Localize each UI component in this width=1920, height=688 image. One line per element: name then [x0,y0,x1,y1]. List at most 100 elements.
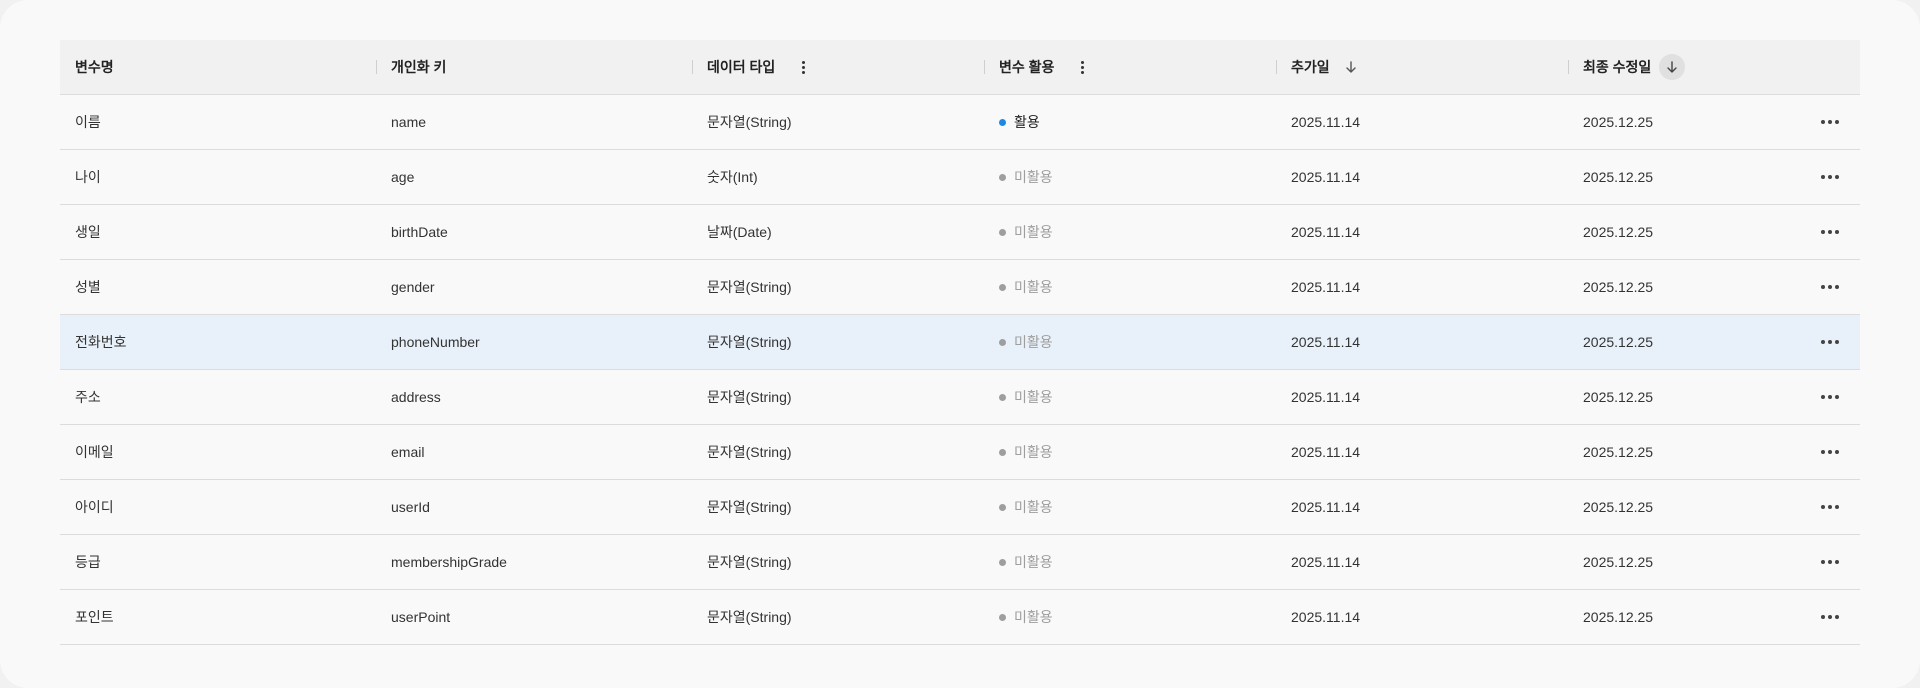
status-dot-icon [999,558,1006,566]
usage-cell: 미활용 [984,607,1276,627]
header-label: 변수 활용 [999,59,1055,75]
status-dot-icon [999,173,1006,181]
column-divider[interactable] [376,60,377,74]
more-options-icon[interactable] [1810,272,1850,302]
personalization-key-cell: address [391,389,441,405]
table-row[interactable]: 이름 name 문자열(String) 활용 2025.11.14 2025.1… [60,95,1860,150]
table-row[interactable]: 나이 age 숫자(Int) 미활용 2025.11.14 2025.12.25 [60,150,1860,205]
column-divider[interactable] [1276,60,1277,74]
usage-cell: 미활용 [984,387,1276,407]
table-row[interactable]: 생일 birthDate 날짜(Date) 미활용 2025.11.14 202… [60,205,1860,260]
status-dot-icon [999,338,1006,346]
status-dot-icon [999,283,1006,291]
more-options-icon[interactable] [1810,217,1850,247]
more-options-icon[interactable] [1810,492,1850,522]
sort-arrow-down-icon[interactable] [1659,54,1686,80]
table-row[interactable]: 전화번호 phoneNumber 문자열(String) 미활용 2025.11… [60,315,1860,370]
status-label: 미활용 [1014,499,1053,515]
header-date-added: 추가일 [1276,40,1568,94]
column-divider[interactable] [1568,60,1569,74]
variable-name-cell: 이름 [75,114,101,130]
status-dot-icon [999,503,1006,511]
status-dot-icon [999,393,1006,401]
last-modified-cell: 2025.12.25 [1583,114,1654,130]
header-label: 추가일 [1291,59,1330,75]
table-row[interactable]: 아이디 userId 문자열(String) 미활용 2025.11.14 20… [60,480,1860,535]
header-personalization-key: 개인화 키 [376,40,692,94]
status-badge: 미활용 [999,497,1276,517]
date-added-cell: 2025.11.14 [1291,444,1361,460]
variable-name-cell: 이메일 [75,444,114,460]
data-type-cell: 문자열(String) [707,609,792,625]
status-badge: 미활용 [999,387,1276,407]
usage-cell: 미활용 [984,222,1276,242]
variable-name-cell: 포인트 [75,609,114,625]
status-label: 미활용 [1014,554,1053,570]
header-data-type: 데이터 타입 [692,40,984,94]
data-type-cell: 문자열(String) [707,444,792,460]
usage-cell: 미활용 [984,167,1276,187]
status-label: 미활용 [1014,279,1053,295]
variable-name-cell: 생일 [75,224,101,240]
more-options-icon[interactable] [1810,437,1850,467]
last-modified-cell: 2025.12.25 [1583,444,1654,460]
status-badge: 미활용 [999,277,1276,297]
data-type-cell: 문자열(String) [707,114,792,130]
personalization-key-cell: age [391,169,415,185]
status-badge: 미활용 [999,607,1276,627]
usage-cell: 미활용 [984,497,1276,517]
usage-cell: 미활용 [984,332,1276,352]
table-row[interactable]: 등급 membershipGrade 문자열(String) 미활용 2025.… [60,535,1860,590]
header-variable-usage: 변수 활용 [984,40,1276,94]
last-modified-cell: 2025.12.25 [1583,334,1654,350]
header-label: 최종 수정일 [1583,59,1652,75]
personalization-key-cell: phoneNumber [391,334,480,350]
date-added-cell: 2025.11.14 [1291,554,1361,570]
header-actions [1800,40,1860,94]
column-divider[interactable] [692,60,693,74]
status-label: 미활용 [1014,334,1053,350]
status-badge: 미활용 [999,552,1276,572]
table-row[interactable]: 포인트 userPoint 문자열(String) 미활용 2025.11.14… [60,590,1860,645]
table-header: 변수명 개인화 키 데이터 타입 변수 활용 추가일 최종 수정일 [60,40,1860,95]
status-label: 미활용 [1014,169,1053,185]
row-actions-cell [1800,327,1860,357]
last-modified-cell: 2025.12.25 [1583,224,1654,240]
usage-cell: 활용 [984,112,1276,132]
last-modified-cell: 2025.12.25 [1583,499,1654,515]
personalization-key-cell: email [391,444,425,460]
table-row[interactable]: 주소 address 문자열(String) 미활용 2025.11.14 20… [60,370,1860,425]
table-row[interactable]: 성별 gender 문자열(String) 미활용 2025.11.14 202… [60,260,1860,315]
status-dot-icon [999,613,1006,621]
column-divider[interactable] [984,60,985,74]
last-modified-cell: 2025.12.25 [1583,279,1654,295]
last-modified-cell: 2025.12.25 [1583,609,1654,625]
status-dot-icon [999,228,1006,236]
last-modified-cell: 2025.12.25 [1583,554,1654,570]
more-options-icon[interactable] [1810,327,1850,357]
variable-name-cell: 전화번호 [75,334,127,350]
row-actions-cell [1800,547,1860,577]
row-actions-cell [1800,217,1860,247]
date-added-cell: 2025.11.14 [1291,114,1361,130]
last-modified-cell: 2025.12.25 [1583,169,1654,185]
data-type-cell: 숫자(Int) [707,169,758,185]
filter-menu-icon[interactable] [1072,57,1092,77]
personalization-key-cell: membershipGrade [391,554,507,570]
date-added-cell: 2025.11.14 [1291,334,1361,350]
personalization-key-cell: gender [391,279,435,295]
more-options-icon[interactable] [1810,547,1850,577]
personalization-key-cell: userPoint [391,609,451,625]
status-label: 활용 [1014,114,1040,130]
more-options-icon[interactable] [1810,107,1850,137]
usage-cell: 미활용 [984,442,1276,462]
date-added-cell: 2025.11.14 [1291,499,1361,515]
more-options-icon[interactable] [1810,602,1850,632]
more-options-icon[interactable] [1810,382,1850,412]
usage-cell: 미활용 [984,552,1276,572]
table-row[interactable]: 이메일 email 문자열(String) 미활용 2025.11.14 202… [60,425,1860,480]
more-options-icon[interactable] [1810,162,1850,192]
sort-arrow-down-icon[interactable] [1338,54,1364,80]
filter-menu-icon[interactable] [793,57,813,77]
header-label: 변수명 [75,59,114,75]
